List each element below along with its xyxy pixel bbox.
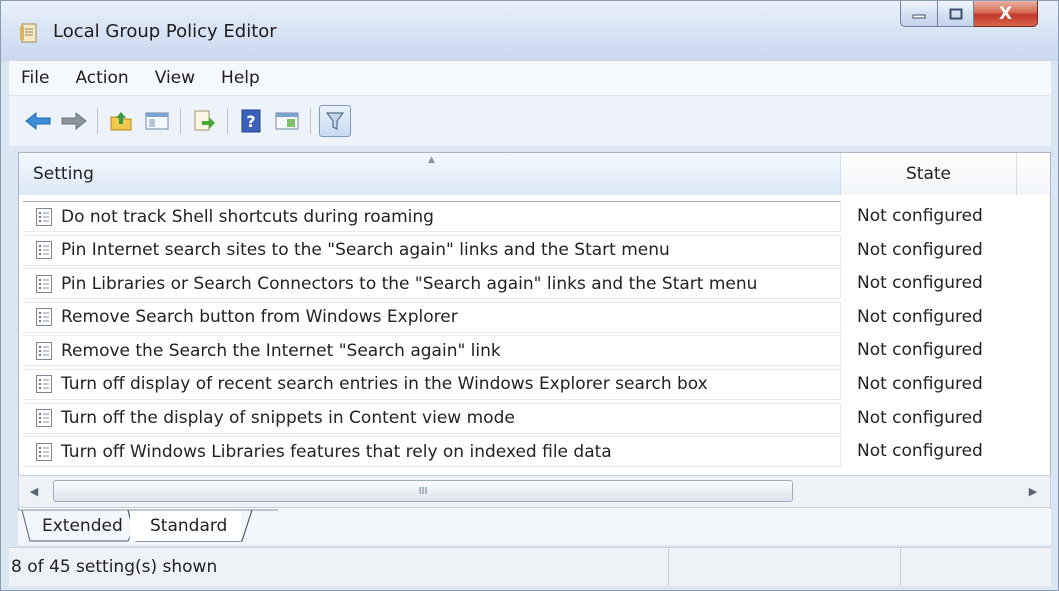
sort-ascending-icon: ▲ (428, 155, 435, 165)
menu-view[interactable]: View (142, 63, 208, 93)
menu-action[interactable]: Action (62, 63, 141, 93)
maximize-icon (949, 8, 962, 19)
tab-extended[interactable]: Extended (26, 511, 133, 541)
status-text: 8 of 45 setting(s) shown (9, 548, 669, 586)
setting-state: Not configured (857, 239, 983, 260)
table-row[interactable]: Turn off the display of snippets in Cont… (19, 402, 1050, 437)
setting-name: Turn off Windows Libraries features that… (61, 441, 612, 462)
help-icon: ? (241, 109, 261, 133)
column-header-setting[interactable]: ▲ Setting (19, 153, 841, 195)
window-title: Local Group Policy Editor (53, 21, 277, 42)
properties-view-icon (275, 112, 299, 130)
title-bar[interactable]: Local Group Policy Editor X (1, 1, 1058, 61)
back-arrow-icon (25, 111, 51, 131)
export-list-button[interactable] (189, 106, 219, 136)
filter-icon (325, 112, 345, 130)
policy-setting-icon (36, 442, 52, 461)
setting-state: Not configured (857, 306, 983, 327)
view-tabs: Extended Standard (18, 509, 1051, 545)
list-rows: Do not track Shell shortcuts during roam… (19, 201, 1050, 470)
export-list-icon (194, 110, 215, 131)
status-pane (669, 548, 901, 586)
up-folder-icon (110, 112, 132, 131)
setting-state: Not configured (857, 373, 983, 394)
table-row[interactable]: Turn off display of recent search entrie… (19, 368, 1050, 403)
horizontal-scrollbar[interactable]: ◀ III ▶ (18, 475, 1051, 508)
filter-button[interactable] (319, 105, 351, 137)
setting-name: Remove Search button from Windows Explor… (61, 307, 458, 328)
setting-state: Not configured (857, 273, 983, 294)
show-hide-tree-icon (145, 112, 169, 130)
list-header: ▲ Setting State (19, 153, 1050, 195)
table-row[interactable]: Remove Search button from Windows Explor… (19, 301, 1050, 336)
up-one-level-button[interactable] (106, 106, 136, 136)
status-bar: 8 of 45 setting(s) shown (9, 547, 1051, 586)
setting-name: Turn off display of recent search entrie… (61, 374, 708, 395)
caption-buttons: X (900, 1, 1038, 27)
policy-setting-icon (36, 409, 52, 428)
setting-name: Do not track Shell shortcuts during roam… (61, 206, 434, 227)
policy-setting-icon (36, 274, 52, 293)
table-row[interactable]: Turn off Windows Libraries features that… (19, 436, 1050, 470)
toolbar-separator (227, 108, 228, 134)
policy-setting-icon (36, 375, 52, 394)
scroll-right-icon[interactable]: ▶ (1020, 476, 1046, 507)
setting-state: Not configured (857, 206, 983, 226)
setting-name: Remove the Search the Internet "Search a… (61, 340, 501, 361)
minimize-icon (912, 14, 926, 18)
settings-list: ▲ Setting State Do not track Shell short… (18, 152, 1051, 510)
close-icon: X (998, 3, 1013, 24)
close-button[interactable]: X (974, 1, 1038, 27)
forward-arrow-icon (61, 111, 87, 131)
back-button[interactable] (23, 106, 53, 136)
toolbar-separator (180, 108, 181, 134)
menu-bar: File Action View Help (9, 61, 1051, 96)
minimize-button[interactable] (900, 1, 938, 27)
column-header-state[interactable]: State (841, 153, 1017, 195)
table-row[interactable]: Pin Internet search sites to the "Search… (19, 234, 1050, 269)
maximize-button[interactable] (938, 1, 974, 27)
toolbar: ? (9, 96, 1051, 146)
main-window: Local Group Policy Editor X File Action … (0, 0, 1059, 591)
setting-name: Turn off the display of snippets in Cont… (61, 408, 515, 429)
setting-state: Not configured (857, 441, 983, 462)
toolbar-separator (97, 108, 98, 134)
menu-file[interactable]: File (9, 63, 62, 93)
tab-standard[interactable]: Standard (130, 511, 242, 541)
column-header-blank (1017, 153, 1050, 195)
table-row[interactable]: Remove the Search the Internet "Search a… (19, 335, 1050, 369)
table-row[interactable]: Do not track Shell shortcuts during roam… (19, 201, 1050, 235)
setting-name: Pin Libraries or Search Connectors to th… (61, 273, 758, 294)
menu-help[interactable]: Help (208, 63, 273, 93)
svg-text:?: ? (246, 112, 255, 131)
scrollbar-grip: III (418, 485, 428, 497)
policy-setting-icon (36, 207, 52, 226)
table-row[interactable]: Pin Libraries or Search Connectors to th… (19, 268, 1050, 302)
status-pane (901, 548, 1051, 586)
setting-state: Not configured (857, 407, 983, 428)
properties-view-button[interactable] (272, 106, 302, 136)
show-hide-tree-button[interactable] (142, 106, 172, 136)
toolbar-separator (310, 108, 311, 134)
setting-name: Pin Internet search sites to the "Search… (61, 240, 670, 261)
setting-state: Not configured (857, 340, 983, 361)
policy-editor-icon (20, 23, 37, 43)
help-button[interactable]: ? (236, 106, 266, 136)
policy-setting-icon (36, 341, 52, 360)
policy-setting-icon (36, 241, 52, 260)
scrollbar-thumb[interactable]: III (53, 480, 793, 502)
forward-button[interactable] (59, 106, 89, 136)
policy-setting-icon (36, 308, 52, 327)
scroll-left-icon[interactable]: ◀ (21, 476, 47, 507)
